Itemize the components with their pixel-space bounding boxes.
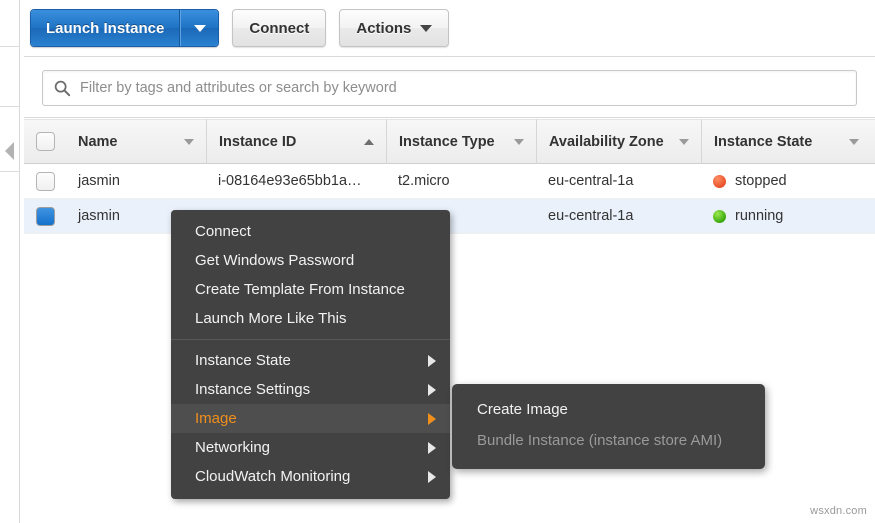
cell-instance-state: stopped xyxy=(701,164,871,199)
row-select-cell xyxy=(24,164,66,198)
column-header-name[interactable]: Name xyxy=(66,119,206,164)
select-all-cell xyxy=(24,120,66,163)
menu-item-cloudwatch-monitoring[interactable]: CloudWatch Monitoring xyxy=(171,462,450,491)
chevron-right-icon xyxy=(428,383,436,396)
row-checkbox[interactable] xyxy=(35,206,55,226)
rail-divider-bottom xyxy=(0,171,20,172)
menu-item-instance-state[interactable]: Instance State xyxy=(171,346,450,375)
column-header-availability-zone-label: Availability Zone xyxy=(549,133,664,150)
menu-item-create-template-from-instance[interactable]: Create Template From Instance xyxy=(171,275,450,304)
chevron-right-icon xyxy=(428,354,436,367)
column-header-instance-id-label: Instance ID xyxy=(219,133,297,150)
menu-item-instance-settings[interactable]: Instance Settings xyxy=(171,375,450,404)
column-header-instance-id[interactable]: Instance ID xyxy=(206,119,386,164)
menu-item-launch-more-like-this-label: Launch More Like This xyxy=(195,310,347,327)
chevron-down-icon xyxy=(193,24,206,32)
sort-descending-icon[interactable] xyxy=(184,138,194,145)
sort-descending-icon[interactable] xyxy=(514,138,524,145)
image-submenu: Create Image Bundle Instance (instance s… xyxy=(452,384,765,469)
launch-instance-label: Launch Instance xyxy=(46,19,165,37)
table-row[interactable]: jasmin i-08164e93e65bb1a… t2.micro eu-ce… xyxy=(24,164,875,199)
rail-divider-top xyxy=(0,46,20,107)
menu-item-networking-label: Networking xyxy=(195,439,271,456)
column-header-name-label: Name xyxy=(78,133,118,150)
cell-instance-state-label: running xyxy=(735,208,784,224)
watermark: wsxdn.com xyxy=(810,505,867,517)
cell-instance-type: t2.micro xyxy=(398,173,450,189)
table-header-row: Name Instance ID Instance Type Availabil… xyxy=(24,119,875,164)
chevron-left-icon[interactable] xyxy=(5,142,14,160)
search-icon xyxy=(54,80,71,96)
ec2-instances-page: Launch Instance Connect Actions Filter b… xyxy=(0,0,875,523)
menu-item-get-windows-password-label: Get Windows Password xyxy=(195,252,355,269)
filter-bar xyxy=(24,58,875,118)
menu-item-launch-more-like-this[interactable]: Launch More Like This xyxy=(171,304,450,333)
sort-descending-icon[interactable] xyxy=(679,138,689,145)
menu-item-get-windows-password[interactable]: Get Windows Password xyxy=(171,246,450,275)
submenu-item-bundle-instance-label: Bundle Instance (instance store AMI) xyxy=(477,432,723,449)
sort-descending-icon[interactable] xyxy=(849,138,859,145)
column-header-instance-state-label: Instance State xyxy=(714,133,813,150)
context-menu: Connect Get Windows Password Create Temp… xyxy=(171,210,450,499)
connect-button[interactable]: Connect xyxy=(232,9,327,47)
launch-instance-button[interactable]: Launch Instance xyxy=(31,10,181,46)
cell-name: jasmin xyxy=(78,173,120,189)
menu-item-image[interactable]: Image xyxy=(171,404,450,433)
search-input[interactable] xyxy=(80,79,846,96)
actions-button[interactable]: Actions xyxy=(339,9,450,47)
menu-item-instance-state-label: Instance State xyxy=(195,352,291,369)
toolbar: Launch Instance Connect Actions xyxy=(24,0,875,57)
sort-ascending-icon[interactable] xyxy=(364,138,374,145)
cell-availability-zone: eu-central-1a xyxy=(548,208,634,224)
chevron-down-icon xyxy=(420,24,433,32)
status-dot-stopped-icon xyxy=(713,174,726,188)
column-header-availability-zone[interactable]: Availability Zone xyxy=(536,119,701,164)
column-header-instance-state[interactable]: Instance State xyxy=(701,119,871,164)
launch-instance-group: Launch Instance xyxy=(30,9,220,47)
select-all-checkbox[interactable] xyxy=(35,132,55,151)
actions-label: Actions xyxy=(356,19,412,37)
submenu-item-bundle-instance: Bundle Instance (instance store AMI) xyxy=(452,425,765,456)
submenu-item-create-image[interactable]: Create Image xyxy=(452,394,765,425)
menu-item-connect-label: Connect xyxy=(195,223,251,240)
connect-label: Connect xyxy=(249,19,310,37)
left-rail xyxy=(0,0,20,523)
chevron-right-icon xyxy=(428,470,436,483)
cell-instance-state: running xyxy=(701,199,871,234)
menu-item-instance-settings-label: Instance Settings xyxy=(195,381,311,398)
menu-separator xyxy=(171,339,450,340)
cell-instance-id: i-08164e93e65bb1a… xyxy=(218,173,362,189)
chevron-right-icon xyxy=(428,412,436,425)
row-select-cell xyxy=(24,199,66,233)
column-header-instance-type-label: Instance Type xyxy=(399,133,495,150)
menu-item-connect[interactable]: Connect xyxy=(171,217,450,246)
status-dot-running-icon xyxy=(713,209,726,223)
menu-item-cloudwatch-monitoring-label: CloudWatch Monitoring xyxy=(195,468,351,485)
row-checkbox[interactable] xyxy=(35,171,55,191)
cell-availability-zone: eu-central-1a xyxy=(548,173,634,189)
menu-item-image-label: Image xyxy=(195,410,237,427)
cell-instance-state-label: stopped xyxy=(735,173,787,189)
menu-item-networking[interactable]: Networking xyxy=(171,433,450,462)
launch-instance-dropdown-button[interactable] xyxy=(180,10,219,46)
column-header-instance-type[interactable]: Instance Type xyxy=(386,119,536,164)
search-box[interactable] xyxy=(42,69,857,106)
chevron-right-icon xyxy=(428,441,436,454)
submenu-item-create-image-label: Create Image xyxy=(477,401,568,418)
menu-item-create-template-from-instance-label: Create Template From Instance xyxy=(195,281,405,298)
